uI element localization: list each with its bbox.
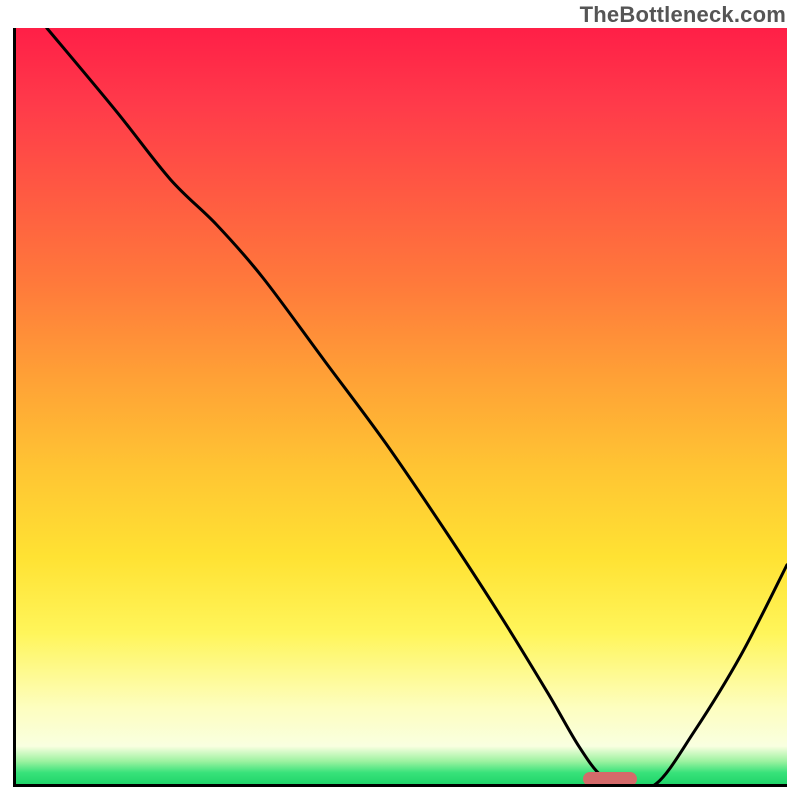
plot-inner [16,28,787,784]
watermark-text: TheBottleneck.com [580,2,786,28]
curve-line [47,28,787,784]
plot-axes [13,28,787,787]
optimum-marker [583,772,637,784]
chart-container: TheBottleneck.com [0,0,800,800]
curve-svg [16,28,787,784]
